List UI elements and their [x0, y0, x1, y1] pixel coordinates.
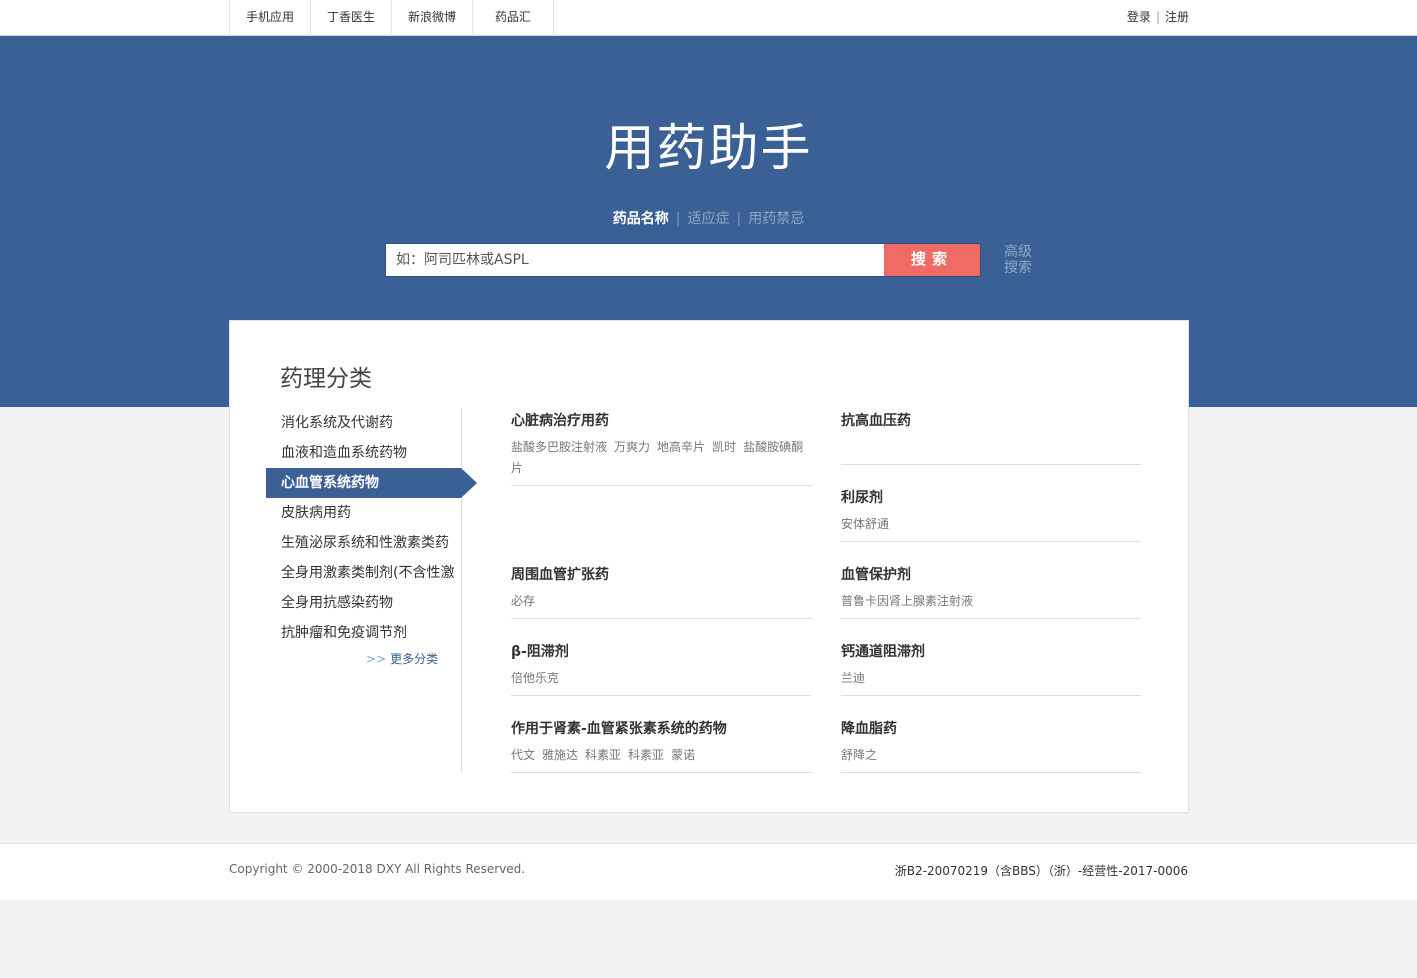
subcategory-block: 钙通道阻滞剂 兰迪	[841, 642, 1141, 696]
drug-link[interactable]: 凯时	[712, 440, 736, 454]
category-item[interactable]: 全身用激素类制剂(不含性激	[266, 558, 461, 588]
tab-indication[interactable]: 适应症	[688, 211, 730, 227]
subcategory-block: 利尿剂 安体舒通	[841, 488, 1141, 542]
category-list: 消化系统及代谢药 血液和造血系统药物 心血管系统药物 皮肤病用药 生殖泌尿系统和…	[266, 408, 477, 773]
drug-link[interactable]: 盐酸多巴胺注射液	[511, 440, 607, 454]
category-label: 全身用激素类制剂(不含性激	[281, 565, 455, 581]
tab-divider: |	[675, 211, 681, 227]
topnav-mobile-app-link[interactable]: 手机应用	[230, 0, 311, 36]
more-categories-link[interactable]: >> 更多分类	[366, 650, 438, 667]
subcategory-title[interactable]: 抗高血压药	[841, 411, 1141, 431]
panel-title: 药理分类	[280, 366, 372, 392]
subcategory-block: 作用于肾素-血管紧张素系统的药物 代文 雅施达 科素亚 科素亚 蒙诺	[511, 719, 811, 773]
drug-link[interactable]: 蒙诺	[671, 748, 695, 762]
drug-link[interactable]: 舒降之	[841, 748, 877, 762]
subcategory-title[interactable]: 利尿剂	[841, 488, 1141, 508]
copyright-text: Copyright © 2000-2018 DXY All Rights Res…	[229, 862, 526, 876]
search-type-tabs: 药品名称 | 适应症 | 用药禁忌	[0, 208, 1417, 228]
login-link[interactable]: 登录	[1127, 10, 1151, 24]
category-item[interactable]: 血液和造血系统药物	[266, 438, 461, 468]
subcategory-block: 抗高血压药	[841, 411, 1141, 465]
category-label: 消化系统及代谢药	[281, 415, 393, 431]
subcategory-block: 血管保护剂 普鲁卡因肾上腺素注射液	[841, 565, 1141, 619]
subcategory-block: 降血脂药 舒降之	[841, 719, 1141, 773]
subcategory-block: 心脏病治疗用药 盐酸多巴胺注射液 万爽力 地高辛片 凯时 盐酸胺碘酮片	[511, 411, 811, 486]
register-link[interactable]: 注册	[1165, 10, 1189, 24]
drug-link[interactable]: 兰迪	[841, 671, 865, 685]
category-item[interactable]: 全身用抗感染药物	[266, 588, 461, 618]
category-label: 生殖泌尿系统和性激素类药	[281, 535, 449, 551]
drug-list: 安体舒通	[841, 514, 1141, 535]
category-item[interactable]: 消化系统及代谢药	[266, 408, 461, 438]
subcategory-title[interactable]: 作用于肾素-血管紧张素系统的药物	[511, 719, 811, 739]
subcategory-title[interactable]: 降血脂药	[841, 719, 1141, 739]
topnav-dxy-doctor-link[interactable]: 丁香医生	[311, 0, 392, 36]
more-categories-label: 更多分类	[390, 652, 439, 666]
drug-list: 舒降之	[841, 745, 1141, 766]
auth-divider: |	[1155, 10, 1160, 24]
drug-link[interactable]: 地高辛片	[657, 440, 705, 454]
category-item[interactable]: 皮肤病用药	[266, 498, 461, 528]
drug-link[interactable]: 安体舒通	[841, 517, 889, 531]
category-label: 血液和造血系统药物	[281, 445, 407, 461]
search-box: 搜索	[385, 243, 981, 277]
drug-link[interactable]: 万爽力	[614, 440, 650, 454]
category-label: 皮肤病用药	[281, 505, 351, 521]
site-logo[interactable]: 用药助手	[0, 108, 1417, 180]
pharmacology-panel: 药理分类 消化系统及代谢药 血液和造血系统药物 心血管系统药物 皮肤病用药 生殖…	[229, 320, 1189, 813]
search-button[interactable]: 搜索	[884, 244, 980, 276]
drug-list: 代文 雅施达 科素亚 科素亚 蒙诺	[511, 745, 811, 766]
topnav-drug-hub-link[interactable]: 药品汇	[473, 0, 554, 36]
drug-link[interactable]: 普鲁卡因肾上腺素注射液	[841, 594, 973, 608]
drug-link[interactable]: 代文	[511, 748, 535, 762]
icp-license-text: 浙B2-20070219（含BBS）（浙）-经营性-2017-0006	[894, 864, 1188, 878]
tab-drug-name[interactable]: 药品名称	[613, 211, 669, 227]
drug-list: 普鲁卡因肾上腺素注射液	[841, 591, 1141, 612]
subcategory-title[interactable]: 血管保护剂	[841, 565, 1141, 585]
tab-contraindication[interactable]: 用药禁忌	[748, 211, 804, 227]
topnav-sina-weibo-link[interactable]: 新浪微博	[392, 0, 473, 36]
drug-list: 倍他乐克	[511, 668, 811, 689]
drug-link[interactable]: 雅施达	[542, 748, 578, 762]
double-chevron-icon: >>	[366, 652, 387, 666]
tab-divider: |	[736, 211, 742, 227]
search-input[interactable]	[386, 244, 884, 276]
drug-link[interactable]: 必存	[511, 594, 535, 608]
drug-list: 盐酸多巴胺注射液 万爽力 地高辛片 凯时 盐酸胺碘酮片	[511, 437, 811, 479]
subcategory-title[interactable]: 钙通道阻滞剂	[841, 642, 1141, 662]
auth-links: 登录 | 注册	[1127, 0, 1189, 36]
subcategory-block: 周围血管扩张药 必存	[511, 565, 811, 619]
category-item-active[interactable]: 心血管系统药物	[266, 468, 477, 498]
subcategory-title[interactable]: 周围血管扩张药	[511, 565, 811, 585]
subcategory-title[interactable]: 心脏病治疗用药	[511, 411, 811, 431]
drug-link[interactable]: 倍他乐克	[511, 671, 559, 685]
drug-list: 必存	[511, 591, 811, 612]
drug-list: 兰迪	[841, 668, 1141, 689]
category-label: 全身用抗感染药物	[281, 595, 393, 611]
subcategory-block: β-阻滞剂 倍他乐克	[511, 642, 811, 696]
footer: Copyright © 2000-2018 DXY All Rights Res…	[0, 843, 1417, 900]
top-bar: 手机应用 丁香医生 新浪微博 药品汇 登录 | 注册	[0, 0, 1417, 36]
drug-link[interactable]: 科素亚	[585, 748, 621, 762]
subcategory-title[interactable]: β-阻滞剂	[511, 642, 811, 662]
category-item[interactable]: 抗肿瘤和免疫调节剂	[266, 618, 461, 648]
category-item[interactable]: 生殖泌尿系统和性激素类药	[266, 528, 461, 558]
category-label: 抗肿瘤和免疫调节剂	[281, 625, 407, 641]
category-label: 心血管系统药物	[281, 475, 379, 491]
advanced-search-link[interactable]: 高级搜索	[1004, 244, 1034, 276]
top-nav: 手机应用 丁香医生 新浪微博 药品汇	[229, 0, 554, 36]
drug-link[interactable]: 科素亚	[628, 748, 664, 762]
